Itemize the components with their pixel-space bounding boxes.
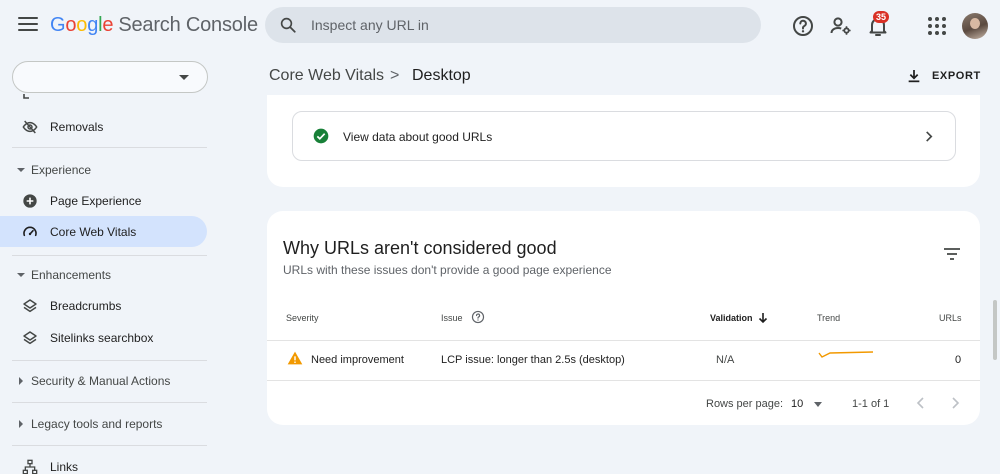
sidebar-item-label: Breadcrumbs — [50, 298, 122, 313]
speedometer-icon — [23, 226, 37, 236]
layers-icon — [23, 330, 37, 344]
export-button[interactable]: EXPORT — [906, 66, 981, 86]
column-header-severity[interactable]: Severity — [286, 313, 319, 323]
sidebar-item-label: Removals — [50, 119, 104, 134]
table-divider — [267, 380, 980, 381]
main-menu-icon[interactable] — [18, 17, 38, 33]
trend-sparkline — [818, 351, 874, 358]
sidebar-item-label: Sitelinks searchbox — [50, 330, 154, 345]
column-header-trend[interactable]: Trend — [817, 313, 840, 323]
chevron-down-icon — [179, 75, 189, 80]
column-header-urls[interactable]: URLs — [939, 313, 962, 323]
issue-cell: LCP issue: longer than 2.5s (desktop) — [441, 354, 625, 366]
sidebar-item-links[interactable]: Links — [0, 451, 207, 474]
sidebar-section-label: Enhancements — [31, 268, 112, 282]
rows-per-page-label: Rows per page: — [706, 398, 784, 410]
warning-triangle-icon — [287, 351, 303, 365]
sidebar-section-label: Experience — [31, 163, 92, 177]
download-icon — [908, 70, 920, 83]
collapse-triangle-icon — [17, 168, 25, 172]
card-title: Why URLs aren't considered good — [283, 238, 557, 258]
eye-off-icon — [22, 120, 38, 133]
sort-arrow-down-icon[interactable] — [758, 312, 768, 324]
issues-card: Why URLs aren't considered good URLs wit… — [267, 211, 980, 425]
chevron-down-icon — [814, 402, 822, 407]
view-good-urls-label: View data about good URLs — [343, 130, 493, 144]
sidebar-item-breadcrumbs[interactable]: Breadcrumbs — [0, 290, 207, 321]
column-header-validation[interactable]: Validation — [710, 313, 753, 323]
breadcrumb-parent-link[interactable]: Core Web Vitals — [269, 67, 384, 85]
collapse-triangle-icon — [17, 273, 25, 277]
property-selector[interactable] — [12, 61, 208, 93]
expand-triangle-icon — [19, 420, 23, 428]
sidebar-divider — [12, 402, 207, 403]
account-avatar[interactable] — [962, 13, 988, 39]
url-inspection-search[interactable] — [265, 7, 761, 43]
help-icon[interactable] — [791, 14, 815, 38]
sidebar-section-security[interactable]: Security & Manual Actions — [0, 370, 207, 392]
search-input[interactable] — [311, 17, 731, 33]
pagination-range: 1-1 of 1 — [852, 398, 890, 410]
column-header-issue[interactable]: Issue — [441, 313, 463, 323]
sidebar-item-page-experience[interactable]: Page Experience — [0, 185, 207, 216]
sidebar-item-label: Links — [50, 459, 79, 474]
chevron-right-icon — [926, 131, 933, 142]
view-good-urls-row[interactable]: View data about good URLs — [292, 111, 956, 161]
severity-cell: Need improvement — [311, 354, 404, 366]
sitemap-icon — [22, 459, 38, 474]
sidebar-item-label: Core Web Vitals — [50, 224, 137, 239]
next-page-icon[interactable] — [947, 395, 963, 411]
previous-page-icon[interactable] — [913, 395, 929, 411]
product-name: Search Console — [118, 14, 258, 36]
top-bar: GoogleSearch Console 35 — [0, 0, 1000, 52]
plus-circle-icon — [23, 193, 37, 208]
sidebar-divider — [12, 360, 207, 361]
sidebar-item-sitelinks-searchbox[interactable]: Sitelinks searchbox — [0, 322, 207, 353]
sidebar-section-enhancements[interactable]: Enhancements — [0, 264, 207, 286]
export-label: EXPORT — [932, 70, 981, 82]
sidebar-section-experience[interactable]: Experience — [0, 159, 207, 181]
filter-icon[interactable] — [944, 248, 960, 260]
check-circle-icon — [313, 128, 329, 144]
sidebar-item-core-web-vitals[interactable]: Core Web Vitals — [0, 216, 207, 247]
url-inspection-icon — [23, 94, 29, 99]
summary-card: View data about good URLs — [267, 95, 980, 187]
sidebar-divider — [12, 255, 207, 256]
sidebar-section-legacy[interactable]: Legacy tools and reports — [0, 413, 207, 435]
search-console-logo[interactable]: Google Search Console — [50, 14, 258, 37]
sidebar-divider — [12, 147, 207, 148]
sidebar-divider — [12, 445, 207, 446]
sidebar-section-label: Legacy tools and reports — [31, 417, 163, 431]
page-title: Desktop — [412, 67, 471, 84]
rows-per-page-value: 10 — [791, 398, 804, 410]
expand-triangle-icon — [19, 377, 23, 385]
sidebar-item-removals[interactable]: Removals — [0, 111, 207, 142]
layers-icon — [23, 298, 37, 312]
breadcrumb-separator: > — [390, 67, 400, 84]
card-subtitle: URLs with these issues don't provide a g… — [283, 263, 612, 277]
apps-grid-icon[interactable] — [925, 14, 949, 38]
search-icon — [280, 17, 296, 33]
manage-users-icon[interactable] — [829, 14, 853, 38]
validation-cell: N/A — [716, 354, 735, 366]
scrollbar-thumb[interactable] — [993, 300, 997, 360]
rows-per-page-select[interactable]: 10 — [787, 395, 827, 413]
help-circle-icon[interactable] — [471, 310, 485, 324]
notification-count-badge: 35 — [873, 11, 890, 23]
sidebar-section-label: Security & Manual Actions — [31, 374, 171, 388]
sidebar-item-label: Page Experience — [50, 193, 142, 208]
urls-count-cell: 0 — [955, 354, 962, 366]
